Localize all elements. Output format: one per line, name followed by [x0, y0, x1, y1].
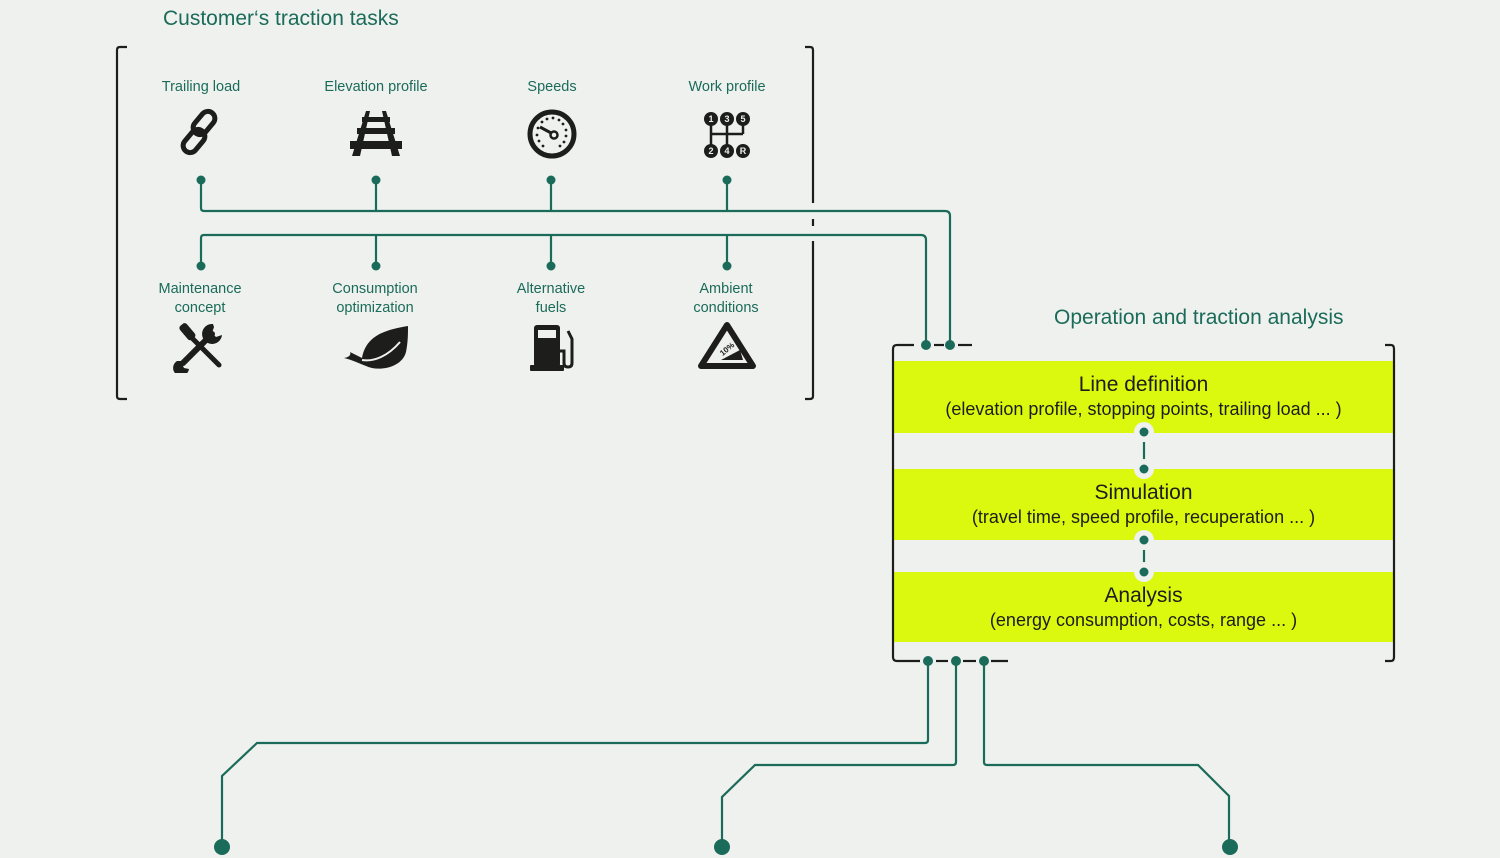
customer-bracket-right	[805, 45, 815, 203]
connector-dot	[945, 340, 955, 350]
task-label-consumption-optimization: Consumption optimization	[295, 280, 455, 318]
tools-icon	[173, 323, 222, 373]
connector-dot	[371, 175, 381, 185]
label-line: Maintenance	[158, 281, 242, 297]
connector-dot	[921, 340, 931, 350]
connector-dot	[196, 175, 206, 185]
label-line: fuels	[535, 300, 567, 316]
railway-track-icon	[350, 111, 402, 156]
task-label-speeds: Speeds	[527, 79, 577, 95]
task-label-ambient-conditions: Ambient conditions	[646, 280, 806, 318]
connector-dot	[1139, 427, 1149, 437]
task-label-maintenance-concept: Maintenance concept	[120, 280, 280, 318]
connector-dot	[1139, 567, 1149, 577]
gear-label: 2	[708, 146, 713, 156]
output-line-1	[220, 661, 930, 846]
label-line: concept	[174, 300, 226, 316]
analysis-bracket-right	[1385, 343, 1396, 663]
label-line: Alternative	[516, 281, 586, 297]
gradient-sign-icon: 10%	[698, 322, 756, 369]
gear-label: R	[740, 146, 747, 156]
connector-dot	[1139, 535, 1149, 545]
connector-dot	[722, 175, 732, 185]
speedometer-icon	[527, 109, 577, 159]
gear-label: 4	[724, 146, 729, 156]
analysis-bracket-left	[891, 343, 920, 663]
task-label-elevation-profile: Elevation profile	[324, 79, 428, 95]
gear-label: 1	[708, 114, 713, 124]
connector-dot	[546, 261, 556, 271]
task-label-work-profile: Work profile	[688, 79, 766, 95]
output-line-3	[982, 661, 1231, 846]
label-line: conditions	[693, 300, 759, 316]
connector-dot	[979, 656, 989, 666]
connector-dot	[722, 261, 732, 271]
gear-label: 5	[740, 114, 745, 124]
output-line-2	[720, 661, 958, 846]
label-line: optimization	[336, 300, 414, 316]
fuel-pump-icon	[530, 325, 574, 371]
label-line: Consumption	[332, 281, 418, 297]
output-endpoint	[714, 839, 730, 855]
output-endpoint	[1222, 839, 1238, 855]
task-label-alternative-fuels: Alternative fuels	[471, 280, 631, 318]
leaf-icon	[344, 326, 408, 369]
connector-dot	[196, 261, 206, 271]
label-line: Ambient	[699, 281, 753, 297]
chain-link-icon	[180, 108, 218, 156]
gear-label: 3	[724, 114, 729, 124]
connector-dot	[923, 656, 933, 666]
task-label-trailing-load: Trailing load	[161, 79, 241, 95]
connector-dot	[546, 175, 556, 185]
connector-dot	[951, 656, 961, 666]
customer-bracket-left	[115, 45, 127, 401]
gear-shift-icon: 1 3 5 2 4 R	[704, 112, 750, 158]
connector-dot	[1139, 464, 1149, 474]
output-endpoint	[214, 839, 230, 855]
connector-dot	[371, 261, 381, 271]
